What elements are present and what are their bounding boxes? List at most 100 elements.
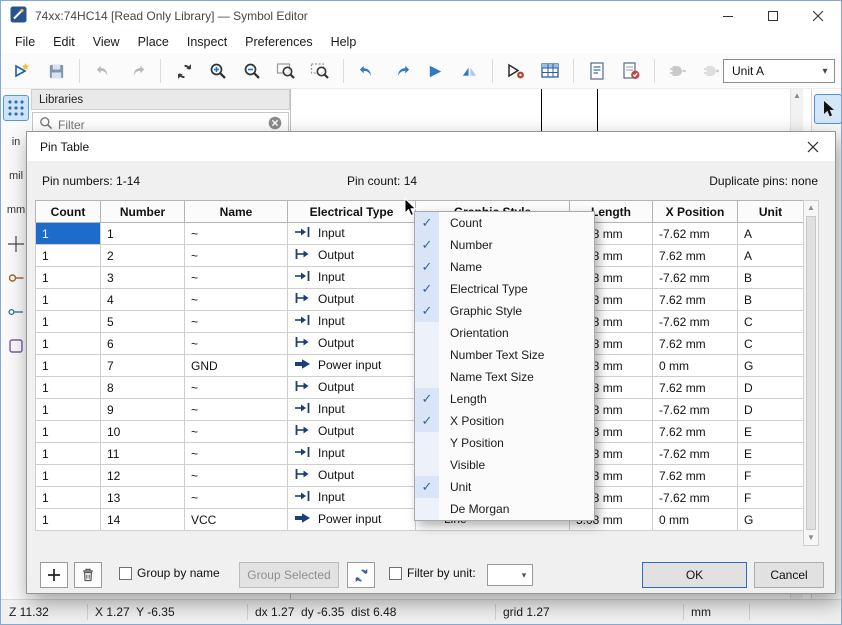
cell-name[interactable]: ~ [185, 377, 288, 399]
cell-number[interactable]: 3 [101, 267, 185, 289]
cell-name[interactable]: ~ [185, 267, 288, 289]
rotate-ccw-icon[interactable] [352, 57, 382, 85]
cell-x-position[interactable]: 0 mm [653, 355, 738, 377]
column-menu-item-graphic-style[interactable]: ✓Graphic Style [415, 300, 594, 322]
zoom-out-icon[interactable] [237, 57, 267, 85]
zoom-selection-icon[interactable] [305, 57, 335, 85]
cell-unit[interactable]: E [738, 443, 804, 465]
menu-place[interactable]: Place [129, 32, 178, 52]
cell-name[interactable]: ~ [185, 333, 288, 355]
checkbox-box[interactable] [119, 567, 132, 580]
cell-count[interactable]: 1 [36, 465, 101, 487]
cell-name[interactable]: ~ [185, 289, 288, 311]
cell-electrical-type[interactable]: Input [288, 223, 416, 245]
cell-electrical-type[interactable]: Input [288, 443, 416, 465]
column-header-number[interactable]: Number [101, 201, 185, 223]
cell-count[interactable]: 1 [36, 267, 101, 289]
column-menu-item-x-position[interactable]: ✓X Position [415, 410, 594, 432]
column-header-unit[interactable]: Unit [738, 201, 804, 223]
column-header-name[interactable]: Name [185, 201, 288, 223]
cell-x-position[interactable]: -7.62 mm [653, 399, 738, 421]
cell-electrical-type[interactable]: Output [288, 333, 416, 355]
scrollbar-thumb[interactable] [806, 216, 816, 530]
cell-number[interactable]: 12 [101, 465, 185, 487]
undo-icon[interactable] [88, 57, 118, 85]
column-menu-item-visible[interactable]: Visible [415, 454, 594, 476]
dialog-close-icon[interactable] [790, 132, 835, 161]
scroll-down-icon[interactable]: ▼ [804, 531, 818, 545]
save-icon[interactable] [41, 57, 71, 85]
cell-unit[interactable]: G [738, 509, 804, 531]
maximize-icon[interactable] [751, 1, 796, 31]
cell-x-position[interactable]: 7.62 mm [653, 245, 738, 267]
cell-number[interactable]: 9 [101, 399, 185, 421]
cell-unit[interactable]: A [738, 245, 804, 267]
cell-x-position[interactable]: -7.62 mm [653, 267, 738, 289]
cell-electrical-type[interactable]: Input [288, 267, 416, 289]
cell-name[interactable]: ~ [185, 465, 288, 487]
cell-unit[interactable]: B [738, 289, 804, 311]
cell-number[interactable]: 10 [101, 421, 185, 443]
cell-count[interactable]: 1 [36, 245, 101, 267]
unit-filter-dropdown[interactable]: ▾ [487, 564, 533, 586]
column-menu-item-name-text-size[interactable]: Name Text Size [415, 366, 594, 388]
cell-name[interactable]: ~ [185, 223, 288, 245]
refresh-icon[interactable] [169, 57, 199, 85]
cell-unit[interactable]: F [738, 465, 804, 487]
cell-name[interactable]: ~ [185, 443, 288, 465]
column-header-x-position[interactable]: X Position [653, 201, 738, 223]
cell-number[interactable]: 14 [101, 509, 185, 531]
cell-unit[interactable]: E [738, 421, 804, 443]
cell-x-position[interactable]: 7.62 mm [653, 333, 738, 355]
cell-name[interactable]: VCC [185, 509, 288, 531]
cell-x-position[interactable]: 7.62 mm [653, 465, 738, 487]
cell-count[interactable]: 1 [36, 333, 101, 355]
cell-x-position[interactable]: 7.62 mm [653, 289, 738, 311]
ok-button[interactable]: OK [642, 562, 747, 588]
unit-selector[interactable]: Unit A ▾ [723, 59, 835, 83]
datasheet-icon[interactable] [582, 57, 612, 85]
cell-count[interactable]: 1 [36, 377, 101, 399]
cell-electrical-type[interactable]: Output [288, 465, 416, 487]
cell-number[interactable]: 13 [101, 487, 185, 509]
cell-x-position[interactable]: -7.62 mm [653, 311, 738, 333]
cell-x-position[interactable]: -7.62 mm [653, 223, 738, 245]
column-menu-item-number[interactable]: ✓Number [415, 234, 594, 256]
cell-count[interactable]: 1 [36, 311, 101, 333]
cell-electrical-type[interactable]: Output [288, 421, 416, 443]
pin-table-icon[interactable] [535, 57, 565, 85]
refresh-table-button[interactable] [347, 562, 375, 588]
cell-unit[interactable]: D [738, 377, 804, 399]
select-arrow-icon[interactable] [814, 94, 842, 124]
symbol-check-icon[interactable] [616, 57, 646, 85]
menu-edit[interactable]: Edit [44, 32, 84, 52]
cell-name[interactable]: ~ [185, 399, 288, 421]
cell-count[interactable]: 1 [36, 421, 101, 443]
column-menu-item-de-morgan[interactable]: De Morgan [415, 498, 594, 520]
cell-electrical-type[interactable]: Input [288, 311, 416, 333]
cell-electrical-type[interactable]: Power input [288, 355, 416, 377]
cell-count[interactable]: 1 [36, 487, 101, 509]
cell-x-position[interactable]: 0 mm [653, 509, 738, 531]
cancel-button[interactable]: Cancel [754, 562, 824, 588]
cell-x-position[interactable]: 7.62 mm [653, 421, 738, 443]
cell-unit[interactable]: C [738, 333, 804, 355]
cell-electrical-type[interactable]: Output [288, 245, 416, 267]
checkbox-box[interactable] [389, 567, 402, 580]
cell-count[interactable]: 1 [36, 443, 101, 465]
cell-number[interactable]: 6 [101, 333, 185, 355]
menu-inspect[interactable]: Inspect [178, 32, 236, 52]
menu-file[interactable]: File [6, 32, 44, 52]
column-menu-item-count[interactable]: ✓Count [415, 212, 594, 234]
add-pin-button[interactable] [40, 562, 68, 588]
cell-unit[interactable]: G [738, 355, 804, 377]
column-menu-item-orientation[interactable]: Orientation [415, 322, 594, 344]
cell-number[interactable]: 11 [101, 443, 185, 465]
column-menu-item-length[interactable]: ✓Length [415, 388, 594, 410]
scroll-up-icon[interactable]: ▲ [791, 89, 803, 102]
cell-x-position[interactable]: -7.62 mm [653, 443, 738, 465]
cell-unit[interactable]: D [738, 399, 804, 421]
redo-icon[interactable] [122, 57, 152, 85]
cell-name[interactable]: ~ [185, 245, 288, 267]
cell-electrical-type[interactable]: Output [288, 377, 416, 399]
